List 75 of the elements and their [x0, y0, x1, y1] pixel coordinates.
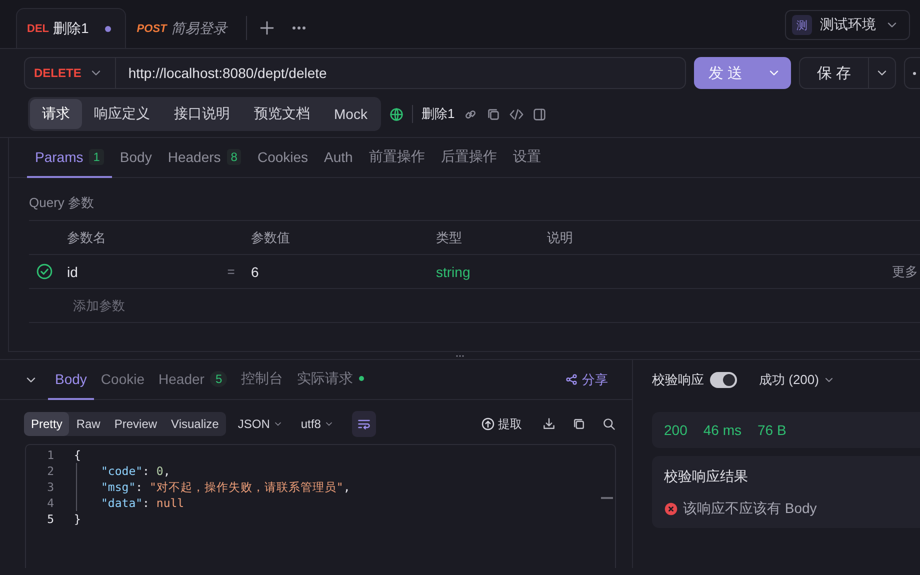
plus-icon[interactable]: [258, 20, 275, 36]
param-tab[interactable]: 后置操作: [432, 138, 505, 178]
url-field[interactable]: http://localhost:8080/dept/delete: [116, 65, 327, 81]
column-header: 参数名: [67, 228, 107, 246]
operator-text: =: [226, 264, 236, 279]
validate-label: 校验响应: [652, 371, 704, 389]
search-icon[interactable]: [602, 417, 616, 431]
more-link[interactable]: 更多: [892, 262, 920, 280]
environment-select[interactable]: 测 测试环境: [785, 10, 910, 40]
api-name: 删除1: [412, 105, 455, 123]
section-title: Query 参数: [28, 194, 96, 212]
code-line: "code": 0,: [101, 464, 170, 478]
response-tab[interactable]: Body: [48, 360, 94, 400]
view-tab[interactable]: 接口说明: [162, 99, 242, 129]
line-number: 5: [46, 512, 54, 526]
code-line: {: [74, 448, 81, 462]
column-header: 说明: [547, 228, 574, 246]
column-header: 参数值: [251, 228, 291, 246]
code-icon[interactable]: [508, 106, 524, 122]
param-tab[interactable]: 设置: [504, 138, 549, 178]
wrap-lines-icon: [356, 417, 371, 431]
copy-icon[interactable]: [486, 106, 501, 122]
result-title: 校验响应结果: [664, 468, 749, 486]
panel-icon[interactable]: [532, 106, 547, 122]
line-number: 4: [46, 496, 54, 510]
view-tab[interactable]: Mock: [322, 99, 380, 129]
view-tab[interactable]: 请求: [30, 99, 82, 129]
encoding-select[interactable]: utf8: [294, 417, 340, 431]
wrap-button[interactable]: [352, 411, 376, 437]
line-number: 1: [46, 448, 54, 462]
code-line: }: [74, 512, 81, 526]
param-tab[interactable]: 前置操作: [360, 138, 433, 178]
code-editor[interactable]: 1 { 2 "code": 0, 3 "msg": "对不起，操作失败，请联系管理员", 4 "data": null 5 }: [25, 444, 616, 568]
line-number: 2: [46, 464, 54, 478]
param-type[interactable]: string: [436, 264, 547, 280]
share-icon: [565, 373, 578, 386]
response-tab[interactable]: Header 5: [152, 360, 234, 400]
param-tab[interactable]: Params 1: [27, 138, 112, 178]
toggle-switch[interactable]: [710, 372, 737, 388]
line-number: 3: [46, 480, 54, 494]
download-icon[interactable]: [542, 417, 556, 431]
param-tab[interactable]: Headers 8: [160, 138, 250, 178]
format-tab[interactable]: Visualize: [164, 412, 226, 436]
method-select[interactable]: DELETE: [25, 58, 116, 88]
request-tab[interactable]: DEL 删除1: [16, 8, 126, 48]
save-button[interactable]: 保 存: [799, 57, 896, 89]
status-select[interactable]: 成功 (200): [759, 371, 835, 389]
format-tab[interactable]: Raw: [69, 412, 108, 436]
param-value[interactable]: 6: [251, 264, 436, 280]
metric-text: 200: [664, 422, 688, 438]
column-header: 类型: [436, 228, 463, 246]
response-tab[interactable]: Cookie: [94, 360, 152, 400]
metric-text: 46 ms: [703, 422, 742, 438]
code-line: "msg": "对不起，操作失败，请联系管理员",: [101, 480, 350, 494]
checkbox-checked-icon[interactable]: [36, 263, 53, 280]
view-tab[interactable]: 响应定义: [82, 99, 162, 129]
param-tab[interactable]: Cookies: [249, 138, 316, 178]
result-text: 该响应不应该有 Body: [683, 500, 817, 518]
param-tab[interactable]: Body: [112, 138, 160, 178]
format-tab[interactable]: Pretty: [24, 412, 70, 436]
metric-text: 76 B: [757, 422, 786, 438]
copy-icon[interactable]: [572, 417, 586, 431]
language-select[interactable]: JSON: [232, 417, 289, 431]
param-name[interactable]: id: [67, 264, 211, 280]
request-tab[interactable]: POST 简易登录: [126, 8, 242, 48]
upload-circle-icon: [481, 417, 495, 431]
param-tab[interactable]: Auth: [316, 138, 361, 178]
share-button[interactable]: 分享: [565, 370, 608, 388]
extract-button[interactable]: 提取: [481, 416, 522, 432]
response-tab[interactable]: 控制台: [234, 360, 290, 400]
format-tab[interactable]: Preview: [107, 412, 164, 436]
code-line: "data": null: [101, 496, 184, 510]
globe-icon: [389, 106, 404, 122]
view-tab[interactable]: 预览文档: [242, 99, 322, 129]
response-tab[interactable]: 实际请求: [290, 360, 372, 400]
